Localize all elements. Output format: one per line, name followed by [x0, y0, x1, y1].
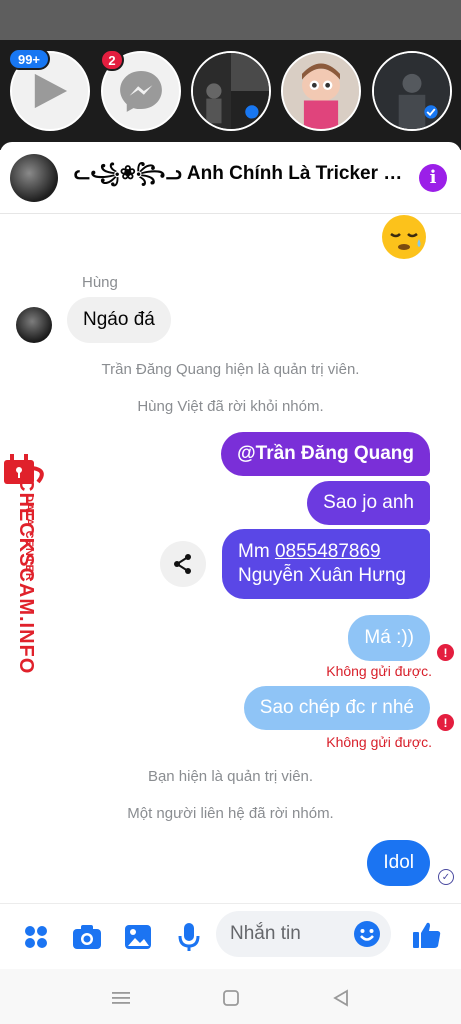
sleepy-emoji-icon	[382, 215, 426, 259]
like-icon[interactable]	[411, 919, 443, 951]
message-input[interactable]: Nhắn tin	[216, 911, 391, 957]
info-icon[interactable]: i	[419, 163, 447, 192]
outgoing-message[interactable]: Sao jo anh	[307, 481, 430, 525]
emoji-icon[interactable]	[353, 920, 381, 948]
sent-check-icon: ✓	[438, 869, 454, 885]
home-icon[interactable]	[220, 987, 242, 1009]
system-nav-bar	[0, 969, 461, 1024]
failed-label: Không gửi được.	[326, 734, 432, 750]
sender-name: Hùng	[82, 274, 118, 291]
failed-message[interactable]: Sao chép đc r nhé	[243, 686, 430, 730]
contact-name-line: Nguyễn Xuân Hưng	[238, 565, 406, 586]
conversation-header: ᓚ꧁❀꧂ᓗ Anh Chính Là Tricker Vi... i	[0, 142, 461, 214]
contact-avatar-icon	[193, 53, 269, 129]
contact-chathead[interactable]	[191, 51, 271, 131]
contact-chathead[interactable]	[281, 51, 361, 131]
message-input-placeholder: Nhắn tin	[230, 923, 301, 944]
failed-label: Không gửi được.	[326, 663, 432, 679]
error-icon[interactable]: !	[437, 714, 454, 731]
share-icon	[174, 554, 191, 574]
menu-dots-icon[interactable]	[20, 921, 52, 953]
recent-apps-icon[interactable]	[110, 987, 132, 1009]
system-message: Bạn hiện là quản trị viên.	[147, 768, 314, 785]
cartoon-avatar-icon	[283, 53, 359, 129]
microphone-icon[interactable]	[173, 921, 205, 953]
conversation-title[interactable]: ᓚ꧁❀꧂ᓗ Anh Chính Là Tricker Vi...	[74, 159, 407, 197]
outgoing-message-mention[interactable]: @Trần Đăng Quang	[221, 432, 430, 476]
contact-phone-line: Mm 0855487869	[238, 540, 381, 564]
failed-message[interactable]: Má :))	[348, 615, 430, 661]
camera-icon[interactable]	[71, 921, 103, 953]
contact-avatar-icon	[374, 53, 450, 129]
message-text: Mm	[238, 541, 275, 562]
watermark: CHECKSCAM.INFO DATA CENTER	[2, 452, 50, 674]
outgoing-message-contact[interactable]: Mm 0855487869 Nguyễn Xuân Hưng	[222, 529, 430, 599]
share-button[interactable]	[160, 541, 206, 587]
messenger-badge: 2	[100, 49, 124, 71]
error-icon[interactable]: !	[437, 644, 454, 661]
system-message: Trần Đăng Quang hiện là quản trị viên.	[101, 361, 360, 378]
phone-link[interactable]: 0855487869	[275, 541, 381, 562]
system-message: Hùng Việt đã rời khỏi nhóm.	[137, 398, 324, 415]
back-icon[interactable]	[330, 987, 352, 1009]
contact-chathead[interactable]	[372, 51, 452, 131]
outgoing-message[interactable]: Idol	[367, 840, 430, 886]
video-badge: 99+	[8, 48, 50, 70]
group-avatar[interactable]	[10, 153, 58, 202]
status-bar	[0, 0, 461, 40]
incoming-message[interactable]: Ngáo đá	[67, 297, 171, 343]
watermark-caption: DATA CENTER	[23, 494, 35, 582]
gallery-icon[interactable]	[122, 921, 154, 953]
system-message: Một người liên hệ đã rời nhóm.	[127, 805, 334, 822]
sender-avatar[interactable]	[16, 307, 52, 343]
